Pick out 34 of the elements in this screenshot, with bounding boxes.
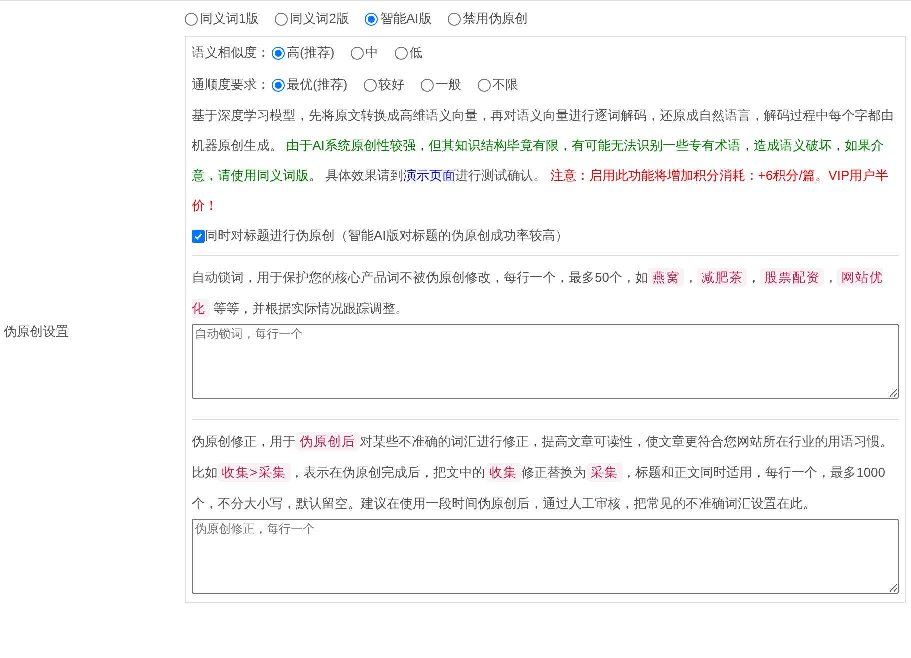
corrections-description: 伪原创修正，用于 伪原创后 对某些不准确的词汇进行修正，提高文章可读性，使文章更符合您网站所在行业的用语习惯。比如 收集>采集 ，表示在伪原创完成后，把文中的 收集 修正替换为 采集 ，标题和正文同时适用，每行一个，最多1000个，不分大小写，默认留空。建议在使用一段时间伪原创后，通过人工审核，把常见的不准确词汇设置在此。 bbox=[192, 431, 894, 513]
section-label: 伪原创设置 bbox=[4, 322, 69, 341]
checkbox[interactable] bbox=[192, 230, 205, 242]
radio-button[interactable] bbox=[448, 12, 461, 26]
radio-button[interactable] bbox=[275, 12, 288, 26]
radio-option[interactable]: 中 bbox=[350, 43, 379, 63]
ai-description: 基于深度学习模型，先将原文转换成高维语义向量，再对语义向量进行逐词解码，还原成自然语言，解码过程中每个字都由机器原创生成。 由于AI系统原创性较强，但其知识结构毕竟有限，有可能无法识别一些专有术语，造成语义破坏，如果介意，请使用同义词版。 具体效果请到演示页面进行测试确认。 注意：启用此功能将增加积分消耗：+6积分/篇。VIP用户半价！ bbox=[192, 107, 895, 215]
radio-button[interactable] bbox=[350, 46, 364, 60]
corrections-field[interactable]: 伪原创修正，每行一个 bbox=[192, 519, 899, 594]
radio-option[interactable]: 高(推荐) bbox=[272, 43, 335, 63]
title-option[interactable]: 同时对标题进行伪原创（智能AI版对标题的伪原创成功率较高） bbox=[192, 221, 899, 251]
radio-option[interactable]: 一般 bbox=[420, 75, 462, 95]
setting-label: 通顺度要求： bbox=[192, 76, 270, 94]
radio-option[interactable]: 低 bbox=[394, 43, 423, 63]
lock-words-field[interactable]: 自动锁词，每行一个 bbox=[192, 324, 899, 399]
check-icon bbox=[194, 232, 203, 240]
radio-option[interactable]: 较好 bbox=[364, 75, 405, 95]
radio-button[interactable] bbox=[365, 12, 378, 26]
radio-button[interactable] bbox=[394, 46, 408, 60]
setting-label: 语义相似度： bbox=[192, 44, 270, 62]
radio-option[interactable]: 同义词2版 bbox=[275, 9, 350, 29]
radio-option[interactable]: 智能AI版 bbox=[365, 9, 432, 29]
radio-button[interactable] bbox=[478, 78, 491, 92]
radio-option[interactable]: 同义词1版 bbox=[185, 9, 260, 29]
radio-button[interactable] bbox=[272, 46, 285, 60]
radio-option[interactable]: 禁用伪原创 bbox=[448, 9, 528, 29]
radio-button[interactable] bbox=[272, 78, 285, 92]
radio-option[interactable]: 不限 bbox=[478, 75, 519, 95]
radio-button[interactable] bbox=[185, 12, 198, 26]
radio-button[interactable] bbox=[420, 78, 434, 92]
radio-option[interactable]: 最优(推荐) bbox=[272, 75, 348, 95]
radio-button[interactable] bbox=[364, 78, 377, 92]
demo-page-link[interactable]: 演示页面 bbox=[404, 168, 456, 183]
lock-words-description: 自动锁词，用于保护您的核心产品词不被伪原创修改，每行一个，最多50个，如 燕窝 ， 减肥茶 ， 股票配资 ， 网站优化 等等，并根据实际情况跟踪调整。 bbox=[192, 267, 884, 320]
